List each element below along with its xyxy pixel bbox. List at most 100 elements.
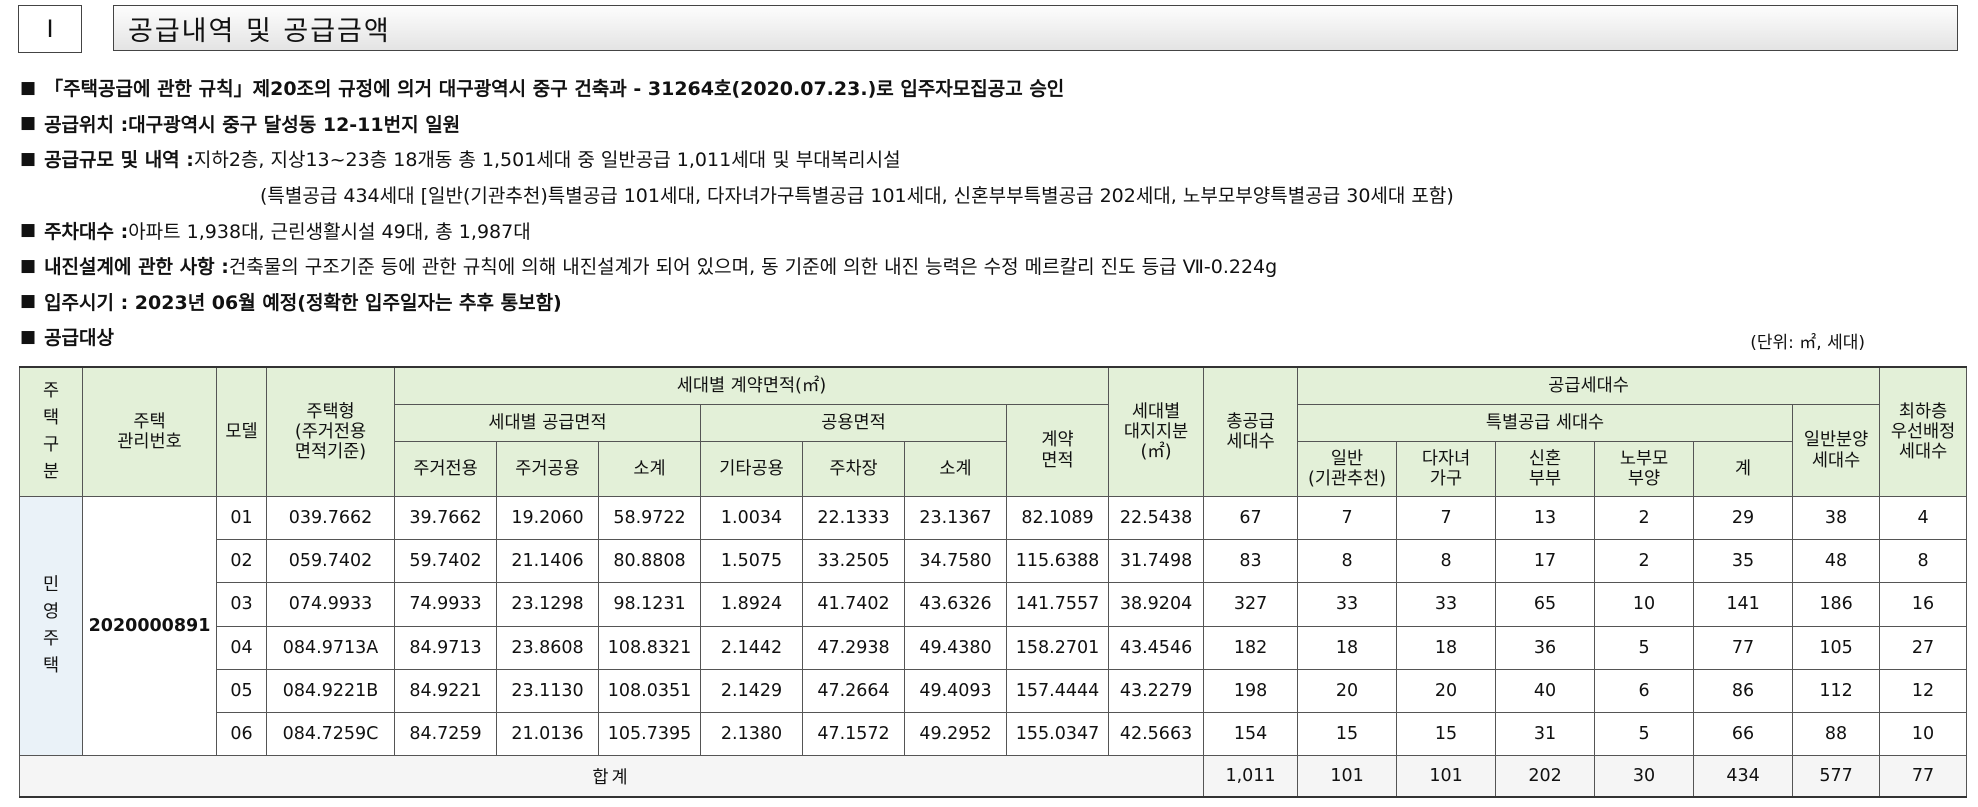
cell-general: 48 <box>1792 539 1881 584</box>
cell-sp-elder: 5 <box>1594 711 1695 757</box>
cell-sp-sum: 29 <box>1693 495 1794 541</box>
cell-land: 38.9204 <box>1108 582 1205 627</box>
cell-general: 105 <box>1792 625 1881 670</box>
col-supply-households: 공급세대수 <box>1297 366 1881 405</box>
cell-parking: 41.7402 <box>802 582 905 627</box>
cell-general: 38 <box>1792 495 1881 541</box>
cell-sub1: 58.9722 <box>598 495 701 541</box>
cell-sub1: 105.7395 <box>598 711 701 757</box>
cell-sp-elder: 2 <box>1594 495 1695 541</box>
col-common-area-group: 공용면적 <box>700 404 1007 442</box>
info-location: ■ 공급위치 : 대구광역시 중구 달성동 12-11번지 일원 <box>20 113 461 136</box>
col-other-common: 기타공용 <box>700 441 803 497</box>
col-subtotal-common: 소계 <box>904 441 1007 497</box>
cell-sp-elder: 2 <box>1594 539 1695 584</box>
bullet-square-icon: ■ <box>20 291 37 312</box>
col-contract-area: 계약 면적 <box>1005 404 1110 497</box>
info-seismic: ■ 내진설계에 관한 사항 : 건축물의 구조기준 등에 관한 규칙에 의해 내… <box>20 255 1278 279</box>
info-approval: ■ 「주택공급에 관한 규칙」제20조의 규정에 의거 대구광역시 중구 건축과… <box>20 77 1065 101</box>
cell-sp-sum: 35 <box>1693 539 1794 584</box>
cell-contract: 141.7557 <box>1005 582 1110 627</box>
col-house-section: 주택구분 <box>19 366 83 497</box>
col-total-supply: 총공급 세대수 <box>1203 366 1299 497</box>
col-excl-residential: 주거전용 <box>394 441 497 497</box>
table-header-row: 주택구분 주택 관리번호 모델 주택형 (주거전용 면적기준) 세대별 계약면적… <box>19 366 1968 497</box>
bullet-square-icon: ■ <box>20 326 37 347</box>
cell-other: 2.1429 <box>700 668 803 713</box>
col-special-supply: 특별공급 세대수 <box>1297 404 1794 442</box>
cell-sp-sum: 77 <box>1693 625 1794 670</box>
section-number: I <box>18 5 82 53</box>
col-sp-total: 계 <box>1693 441 1794 497</box>
cell-sub2: 49.4380 <box>904 625 1007 670</box>
info-move-in: ■ 입주시기 : 2023년 06월 예정(정확한 입주일자는 추후 통보함) <box>20 291 562 314</box>
cell-parking: 33.2505 <box>802 539 905 584</box>
cell-sub1: 98.1231 <box>598 582 701 627</box>
cell-model: 01 <box>216 495 267 541</box>
info-parking: ■ 주차대수 : 아파트 1,938대, 근린생활시설 49대, 총 1,987… <box>20 220 531 243</box>
info-target: ■ 공급대상 <box>20 326 114 350</box>
cell-contract: 115.6388 <box>1005 539 1110 584</box>
cell-sp-multi: 8 <box>1396 539 1497 584</box>
col-sp-multichild: 다자녀 가구 <box>1396 441 1497 497</box>
cell-excl: 74.9933 <box>394 582 497 627</box>
cell-sp-elder: 6 <box>1594 668 1695 713</box>
cell-total: 198 <box>1203 668 1299 713</box>
cell-mgmt-no: 2020000891 <box>82 495 217 757</box>
cell-general: 88 <box>1792 711 1881 757</box>
cell-excl: 39.7662 <box>394 495 497 541</box>
cell-parking: 47.2938 <box>802 625 905 670</box>
cell-total-label: 합계 <box>18 755 1205 799</box>
cell-land: 43.2279 <box>1108 668 1205 713</box>
col-lowest-floor: 최하층 우선배정 세대수 <box>1879 366 1968 497</box>
cell-total: 1,011 <box>1203 755 1299 799</box>
cell-excl: 59.7402 <box>394 539 497 584</box>
cell-lowest: 10 <box>1879 711 1968 757</box>
cell-sub2: 49.4093 <box>904 668 1007 713</box>
cell-parking: 47.2664 <box>802 668 905 713</box>
cell-contract: 158.2701 <box>1005 625 1110 670</box>
cell-sp-newly: 36 <box>1495 625 1596 670</box>
bullet-square-icon: ■ <box>20 255 37 276</box>
cell-sp-multi: 33 <box>1396 582 1497 627</box>
cell-contract: 157.4444 <box>1005 668 1110 713</box>
cell-other: 2.1442 <box>700 625 803 670</box>
cell-total: 67 <box>1203 495 1299 541</box>
cell-sp-multi: 101 <box>1396 755 1497 799</box>
section-header: I 공급내역 및 공급금액 <box>18 5 1960 55</box>
col-supply-area-group: 세대별 공급면적 <box>394 404 701 442</box>
cell-total: 327 <box>1203 582 1299 627</box>
cell-model: 05 <box>216 668 267 713</box>
cell-sp-newly: 13 <box>1495 495 1596 541</box>
cell-total: 83 <box>1203 539 1299 584</box>
cell-lowest: 8 <box>1879 539 1968 584</box>
cell-sp-newly: 17 <box>1495 539 1596 584</box>
cell-sub2: 49.2952 <box>904 711 1007 757</box>
cell-comm: 21.1406 <box>496 539 599 584</box>
cell-sp-gen: 33 <box>1297 582 1398 627</box>
cell-sub2: 23.1367 <box>904 495 1007 541</box>
cell-sp-multi: 18 <box>1396 625 1497 670</box>
col-sp-general: 일반 (기관추천) <box>1297 441 1398 497</box>
cell-comm: 21.0136 <box>496 711 599 757</box>
col-sp-newlywed: 신혼 부부 <box>1495 441 1596 497</box>
col-general-sale: 일반분양 세대수 <box>1792 404 1881 497</box>
cell-land: 22.5438 <box>1108 495 1205 541</box>
cell-other: 1.0034 <box>700 495 803 541</box>
cell-model: 02 <box>216 539 267 584</box>
cell-sp-newly: 40 <box>1495 668 1596 713</box>
table-row: 06 084.7259C 84.7259 21.0136 105.7395 2.… <box>20 711 1968 757</box>
cell-contract: 155.0347 <box>1005 711 1110 757</box>
cell-type: 084.7259C <box>266 711 395 757</box>
col-common-residential: 주거공용 <box>496 441 599 497</box>
cell-sp-gen: 101 <box>1297 755 1398 799</box>
col-contract-area-group: 세대별 계약면적(㎡) <box>393 366 1110 405</box>
cell-sub1: 108.0351 <box>598 668 701 713</box>
cell-sp-sum: 86 <box>1693 668 1794 713</box>
cell-sp-gen: 7 <box>1297 495 1398 541</box>
col-house-type: 주택형 (주거전용 면적기준) <box>266 366 395 497</box>
cell-excl: 84.9221 <box>394 668 497 713</box>
cell-sp-elder: 30 <box>1594 755 1695 799</box>
cell-land: 31.7498 <box>1108 539 1205 584</box>
cell-sub2: 43.6326 <box>904 582 1007 627</box>
